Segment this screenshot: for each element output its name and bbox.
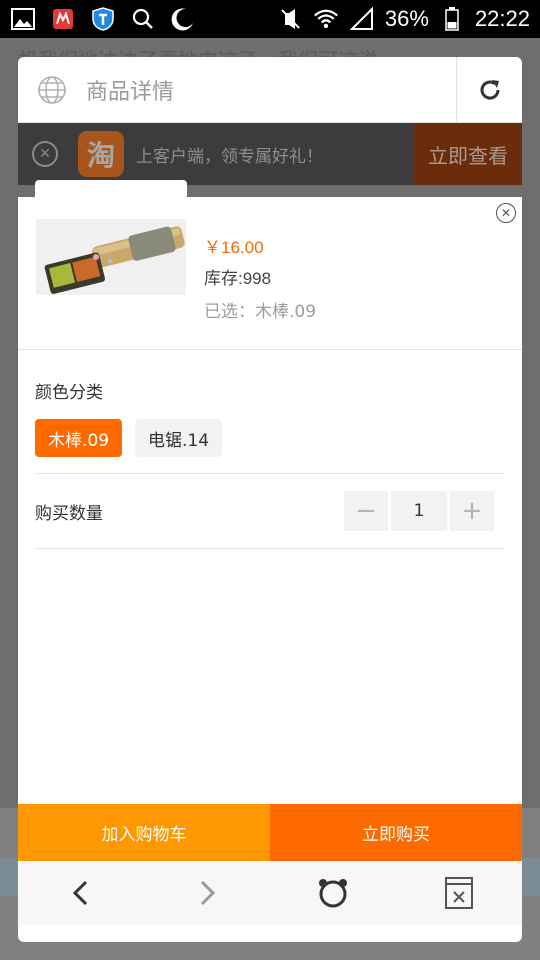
back-button[interactable] [51,863,111,923]
product-price: ￥16.00 [204,238,264,257]
moon-icon [170,6,196,32]
quantity-label: 购买数量 [35,503,103,524]
signal-icon [349,6,375,32]
sku-option-wood-stick[interactable]: 木棒.09 [35,419,123,457]
product-detail-dialog: 商品详情 ✕ 淘 上客户端，领专属好礼！ 立即查看 ￥16.00 库存:998 … [18,57,522,942]
increase-button[interactable]: + [450,491,494,531]
banner-text: 上客户端，领专属好礼！ [136,146,323,167]
dialog-header: 商品详情 [18,57,522,123]
sku-panel: ￥16.00 库存:998 已选：木棒.09 ✕ 颜色分类 木棒.09 电锯.1… [18,197,522,860]
bear-icon [319,879,347,908]
purchase-actions: 加入购物车 立即购买 [18,804,522,861]
open-app-button[interactable]: 立即查看 [414,123,522,185]
divider [35,548,505,549]
banner-close-button[interactable]: ✕ [32,141,58,167]
chevron-left-icon [72,880,88,906]
color-category-title: 颜色分类 [35,383,103,403]
forward-button[interactable] [177,863,237,923]
quantity-value[interactable]: 1 [391,491,447,531]
page-title: 商品详情 [86,79,175,105]
close-circle-icon: ✕ [39,146,51,162]
refresh-icon [480,79,500,99]
quantity-row: 购买数量 − 1 + [18,474,522,548]
sku-options: 木棒.09 电锯.14 [18,403,522,457]
product-image [36,219,186,295]
close-page-button[interactable] [429,863,489,923]
clock: 22:22 [474,6,530,31]
app-promo-banner: ✕ 淘 上客户端，领专属好礼！ 立即查看 [18,123,522,185]
product-stock: 库存:998 [204,269,272,288]
product-info: ￥16.00 库存:998 已选：木棒.09 [204,233,316,349]
minus-icon: − [355,496,377,526]
search-icon [130,6,156,32]
globe-icon [18,57,86,123]
buy-now-button[interactable]: 立即购买 [270,804,522,861]
taobao-logo: 淘 [78,131,124,177]
product-summary: ￥16.00 库存:998 已选：木棒.09 ✕ [18,197,522,350]
battery-icon [439,6,465,32]
app-notification-icon [50,6,76,32]
selected-sku: 已选：木棒.09 [204,302,317,322]
quantity-stepper: − 1 + [344,491,494,531]
browser-nav-bar [18,861,522,925]
gallery-icon [10,6,36,32]
refresh-button[interactable] [456,57,522,123]
chevron-right-icon [200,880,216,906]
add-to-cart-button[interactable]: 加入购物车 [18,804,270,861]
close-circle-icon: ✕ [500,206,512,220]
plus-icon: + [461,496,483,526]
sku-option-chainsaw[interactable]: 电锯.14 [135,419,223,457]
close-window-icon [445,877,473,909]
wifi-icon [313,6,339,32]
decrease-button[interactable]: − [344,491,388,531]
mute-icon [277,6,303,32]
status-bar: 36% 22:22 [0,0,540,38]
dialog-close-button[interactable]: ✕ [496,203,516,223]
home-button[interactable] [303,863,363,923]
battery-percent: 36% [384,6,429,31]
tab-stub [35,180,187,198]
shield-icon [90,6,116,32]
